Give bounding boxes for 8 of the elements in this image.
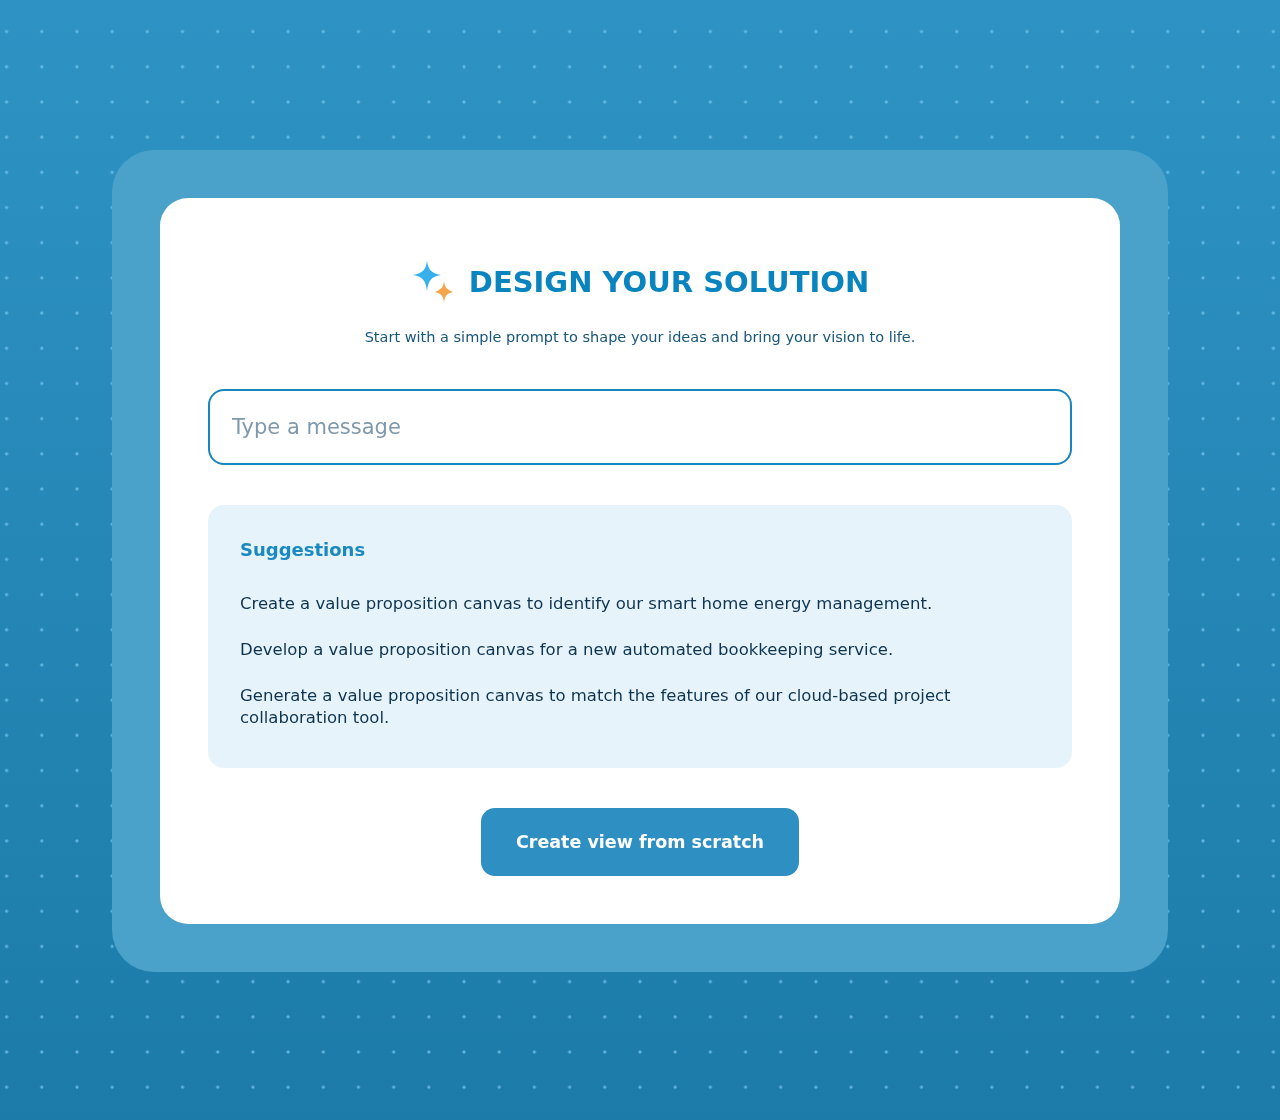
suggestions-heading: Suggestions — [240, 539, 367, 560]
suggestion-item[interactable]: Generate a value proposition canvas to match the features of our cloud-based project collaboration tool. — [240, 685, 1040, 729]
suggestion-item[interactable]: Create a value proposition canvas to identify our smart home energy management. — [240, 593, 1040, 615]
create-view-button[interactable]: Create view from scratch — [481, 808, 799, 876]
suggestion-item[interactable]: Develop a value proposition canvas for a new automated bookkeeping service. — [240, 639, 1040, 661]
subtitle: Start with a simple prompt to shape your ideas and bring your vision to life. — [363, 329, 917, 345]
message-input-field[interactable]: Type a message — [208, 389, 1072, 465]
page-title: DESIGN YOUR SOLUTION — [468, 265, 870, 299]
